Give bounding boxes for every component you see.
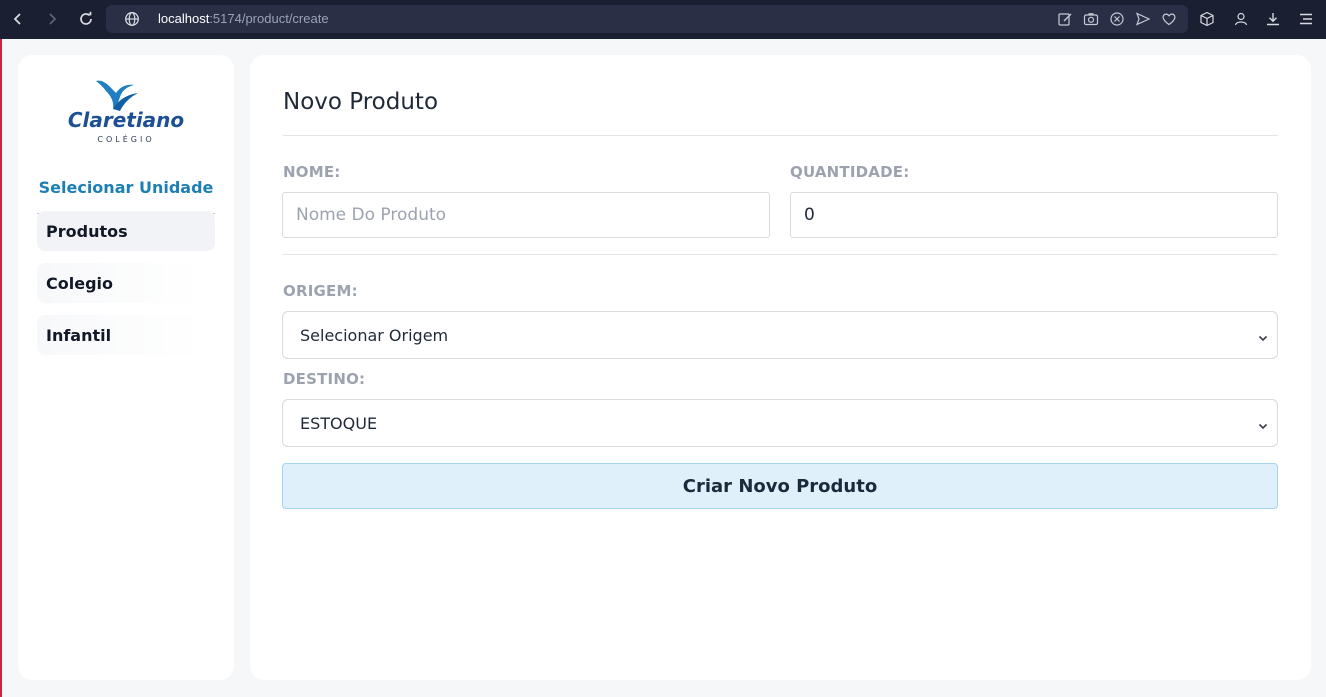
- product-form-card: Novo Produto NOME: QUANTIDADE: ORIGEM: S…: [250, 55, 1311, 680]
- quantity-label: QUANTIDADE:: [790, 163, 910, 181]
- app-page: Claretiano COLÉGIO Selecionar Unidade Pr…: [2, 39, 1326, 697]
- sidebar: Claretiano COLÉGIO Selecionar Unidade Pr…: [18, 55, 234, 680]
- destination-select[interactable]: ESTOQUE: [282, 399, 1278, 447]
- chevron-down-icon: [1257, 329, 1269, 342]
- create-product-button[interactable]: Criar Novo Produto: [282, 463, 1278, 509]
- destination-label: DESTINO:: [283, 370, 366, 388]
- forward-icon[interactable]: [42, 9, 62, 29]
- destination-selected-value: ESTOQUE: [300, 413, 378, 433]
- logo-subtitle: COLÉGIO: [97, 133, 154, 144]
- download-icon[interactable]: [1265, 11, 1281, 27]
- sidebar-item-infantil[interactable]: Infantil: [37, 315, 202, 355]
- origin-selected-value: Selecionar Origem: [300, 325, 449, 345]
- site-info-icon[interactable]: [124, 11, 140, 27]
- back-icon[interactable]: [8, 9, 28, 29]
- origin-select[interactable]: Selecionar Origem: [282, 311, 1278, 359]
- sidebar-item-colegio[interactable]: Colegio: [37, 263, 202, 303]
- sidebar-item-produtos[interactable]: Produtos: [37, 211, 215, 251]
- page-title: Novo Produto: [283, 89, 439, 115]
- sidebar-item-label: Colegio: [46, 273, 113, 293]
- send-icon[interactable]: [1135, 11, 1151, 27]
- camera-icon[interactable]: [1083, 11, 1099, 27]
- sidebar-item-label: Produtos: [46, 221, 128, 241]
- fields-divider: [283, 254, 1278, 255]
- heart-icon[interactable]: [1161, 11, 1177, 27]
- quantity-input[interactable]: [790, 192, 1278, 238]
- url-text[interactable]: localhost:5174/product/create: [158, 11, 329, 26]
- reload-icon[interactable]: [76, 9, 96, 29]
- profile-icon[interactable]: [1233, 11, 1249, 27]
- origin-label: ORIGEM:: [283, 282, 358, 300]
- close-circle-icon[interactable]: [1109, 11, 1125, 27]
- title-divider: [283, 135, 1278, 136]
- menu-icon[interactable]: [1298, 11, 1314, 27]
- edit-icon[interactable]: [1057, 11, 1073, 27]
- box-icon[interactable]: [1199, 11, 1215, 27]
- product-name-input[interactable]: [282, 192, 770, 238]
- browser-toolbar: localhost:5174/product/create: [0, 0, 1326, 697]
- logo-wordmark: Claretiano: [68, 108, 185, 132]
- claretiano-logo[interactable]: Claretiano COLÉGIO: [66, 75, 186, 151]
- address-bar[interactable]: localhost:5174/product/create: [106, 5, 1188, 33]
- sidebar-item-label: Infantil: [46, 325, 112, 345]
- select-unit-link[interactable]: Selecionar Unidade: [18, 178, 234, 197]
- chevron-down-icon: [1257, 417, 1269, 430]
- name-label: NOME:: [283, 163, 341, 181]
